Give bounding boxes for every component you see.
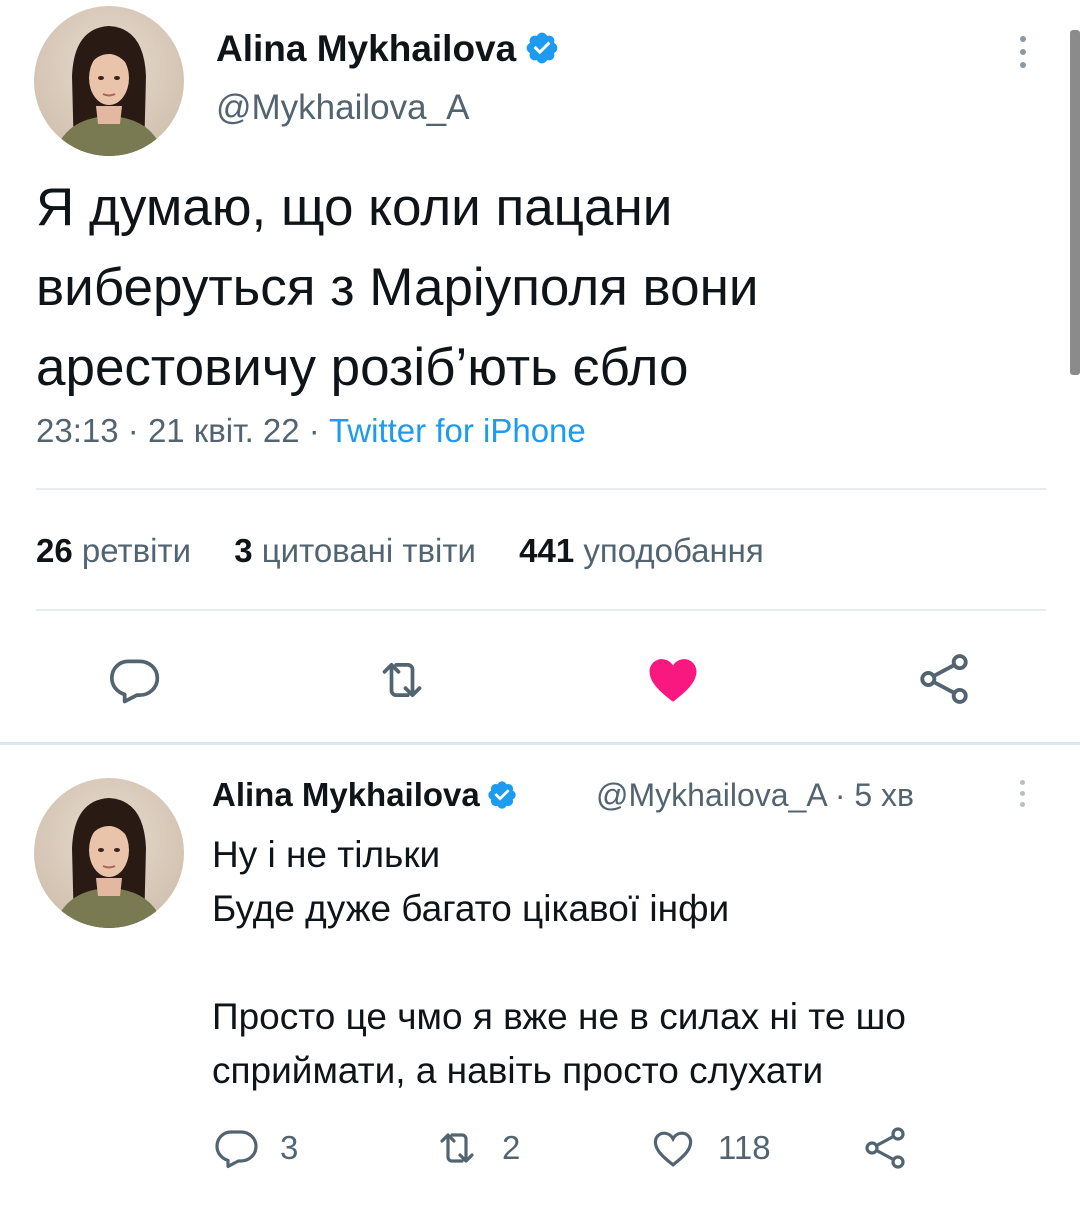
divider (36, 609, 1046, 611)
heart-outline-icon (653, 1131, 693, 1167)
reply-author-avatar[interactable] (34, 778, 184, 928)
likes-stat[interactable]: 441 уподобання (519, 532, 764, 569)
reply-reply-button[interactable]: 3 (212, 1124, 298, 1172)
retweets-label: ретвіти (81, 532, 192, 569)
reply-author-handle[interactable]: @Mykhailova_A (596, 777, 826, 813)
scrollbar[interactable] (1070, 30, 1080, 375)
reply-text-line (212, 936, 1012, 990)
retweet-button[interactable] (372, 652, 432, 708)
like-count: 118 (718, 1129, 771, 1166)
reply-share-button[interactable] (860, 1124, 910, 1172)
meta-separator: · (308, 412, 320, 449)
meta-separator: · (834, 777, 846, 813)
section-divider (0, 742, 1080, 745)
reply-author-name-text: Alina Mykhailova (212, 776, 480, 813)
verified-badge-icon (526, 32, 558, 64)
reply-text-line: Буде дуже багато цікавої інфи (212, 888, 730, 929)
divider (36, 488, 1046, 490)
reply-count: 3 (280, 1129, 299, 1166)
more-options-icon[interactable] (1020, 36, 1026, 68)
share-icon (865, 1127, 905, 1169)
meta-separator: · (127, 412, 139, 449)
tweet-text-line: арестовичу розіб’ють єбло (36, 338, 689, 397)
quotes-count: 3 (234, 532, 253, 569)
reply-icon (109, 659, 160, 704)
reply-text: Ну і не тільки Буде дуже багато цікавої … (212, 828, 1012, 1098)
retweet-icon (440, 1133, 474, 1163)
retweet-icon (382, 662, 422, 698)
likes-count: 441 (519, 532, 575, 569)
share-button[interactable] (914, 650, 974, 708)
reply-author-name[interactable]: Alina Mykhailova (212, 776, 518, 814)
tweet-date[interactable]: 21 квіт. 22 (148, 412, 300, 449)
avatar-photo-icon (54, 26, 164, 156)
tweet-stats: 26 ретвіти 3 цитовані твіти 441 уподобан… (36, 532, 798, 570)
quotes-label: цитовані твіти (261, 532, 476, 569)
verified-badge-icon (488, 781, 516, 809)
quotes-stat[interactable]: 3 цитовані твіти (234, 532, 476, 569)
tweet-text: Я думаю, що коли пацани виберуться з Мар… (36, 168, 1046, 408)
reply-like-button[interactable]: 118 (648, 1124, 771, 1172)
tweet-source[interactable]: Twitter for iPhone (329, 412, 586, 449)
likes-label: уподобання (583, 532, 764, 569)
share-icon (920, 654, 968, 704)
more-options-icon[interactable] (1020, 780, 1025, 807)
reply-retweet-button[interactable]: 2 (432, 1124, 520, 1172)
tweet-text-line: Я думаю, що коли пацани (36, 178, 673, 237)
reply-text-line: Ну і не тільки (212, 834, 441, 875)
retweets-count: 26 (36, 532, 73, 569)
retweets-stat[interactable]: 26 ретвіти (36, 532, 191, 569)
tweet-time[interactable]: 23:13 (36, 412, 119, 449)
reply-time[interactable]: 5 хв (854, 777, 914, 813)
avatar-photo-icon (54, 798, 164, 928)
like-button[interactable] (642, 650, 704, 708)
reply-handle-line: @Mykhailova_A · 5 хв (596, 777, 914, 814)
tweet-meta: 23:13 · 21 квіт. 22 · Twitter for iPhone (36, 412, 586, 450)
reply-text-line: Просто це чмо я вже не в силах ні те шо (212, 996, 906, 1037)
tweet-text-line: виберуться з Маріуполя вони (36, 258, 759, 317)
heart-filled-icon (649, 659, 697, 702)
reply-text-line: сприймати, а навіть просто слухати (212, 1050, 824, 1091)
retweet-count: 2 (502, 1129, 521, 1166)
reply-icon (215, 1130, 258, 1168)
author-name-text: Alina Mykhailova (216, 28, 517, 69)
author-avatar[interactable] (34, 6, 184, 156)
author-handle[interactable]: @Mykhailova_A (216, 88, 469, 128)
reply-button[interactable] (106, 652, 162, 708)
author-name[interactable]: Alina Mykhailova (216, 28, 560, 70)
